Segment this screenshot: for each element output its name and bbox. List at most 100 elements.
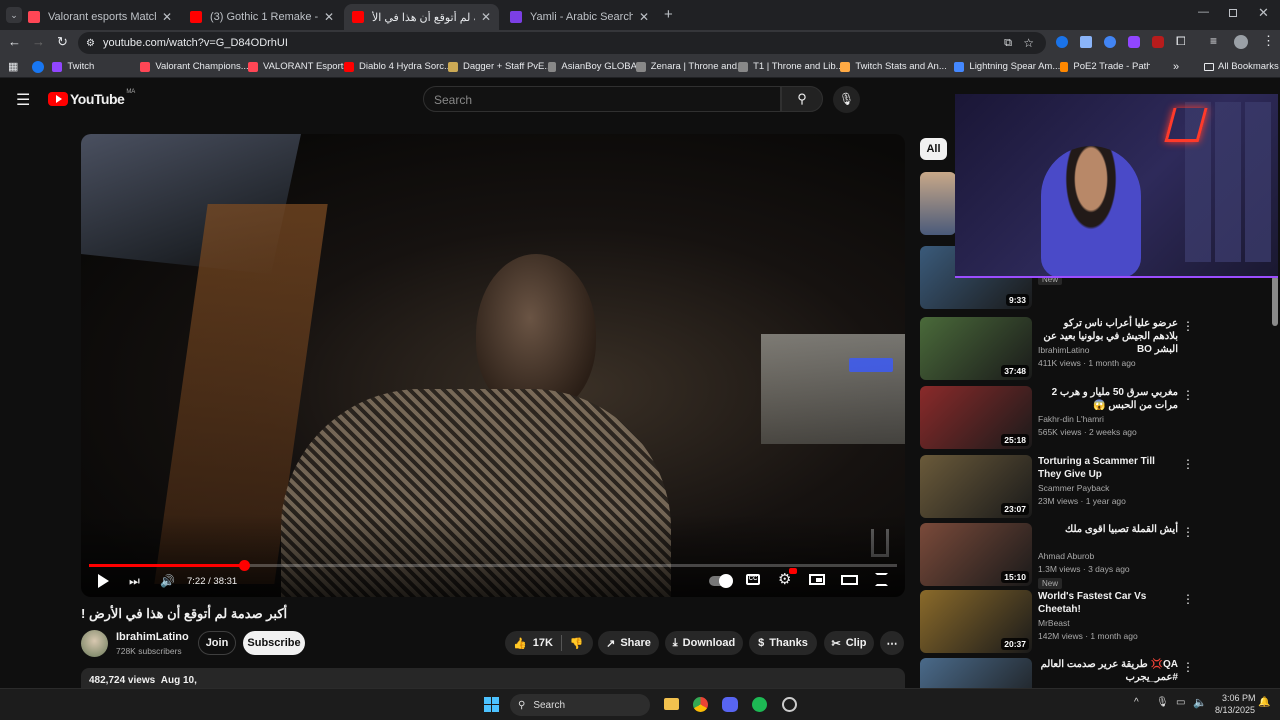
new-tab-button[interactable]: + [664,6,673,23]
video-player[interactable]: ⏭ 🔊 7:22 / 38:31 CC ⚙ [81,134,905,597]
fullscreen-icon[interactable] [875,573,888,586]
file-explorer-icon[interactable] [664,698,679,710]
microphone-tray-icon[interactable]: 🎙 [1156,697,1169,708]
extensions-puzzle-icon[interactable]: ⧠ [1176,34,1186,49]
miniplayer-icon[interactable] [809,574,825,585]
recommended-video[interactable]: QA💢 طريقة عرير صدمت العالم #عمر_يجرب ⋮ [920,658,1270,688]
search-button[interactable]: ⚲ [781,86,823,112]
spotify-icon[interactable] [752,697,767,712]
bookmark-item[interactable]: Zenara | Throne and... [636,61,738,72]
theater-mode-icon[interactable] [841,575,858,585]
description-box[interactable]: 482,724 views Aug 10, [81,668,905,688]
channel-name[interactable]: Ahmad Aburob [1038,551,1094,561]
profile-avatar[interactable] [1234,35,1248,49]
bookmark-item[interactable]: T1 | Throne and Lib... [738,61,840,72]
browser-tab[interactable]: Yamli - Arabic Search Engine an ✕ [502,4,657,30]
all-bookmarks-link[interactable]: All Bookmarks [1218,61,1279,72]
filter-chip-all[interactable]: All [920,138,947,160]
voice-search-button[interactable]: 🎙 [833,86,860,113]
progress-track[interactable] [89,560,897,571]
bookmark-item[interactable]: PoE2 Trade - Path of... [1060,61,1150,72]
channel-avatar[interactable] [81,630,108,657]
speaker-icon[interactable]: 🔈 [1193,696,1207,709]
more-actions-button[interactable]: ⋯ [880,631,904,655]
close-window-icon[interactable]: ✕ [1258,5,1269,21]
thanks-button[interactable]: $ Thanks [749,631,817,655]
taskbar-search[interactable]: ⚲ Search [510,694,650,716]
more-vertical-icon[interactable]: ⋮ [1182,388,1194,402]
subscribe-button[interactable]: Subscribe [243,631,305,655]
extension-icon-2[interactable] [1080,36,1092,48]
video-title[interactable]: Torturing a Scammer Till They Give Up [1038,455,1178,481]
video-thumbnail[interactable]: 20:37 [920,590,1032,653]
recommended-video[interactable]: 20:37 World's Fastest Car Vs Cheetah! MrBe… [920,590,1270,654]
browser-tab[interactable]: Valorant esports Match Schedu ✕ [20,4,180,30]
autoplay-toggle[interactable] [709,574,733,588]
tab-close-icon[interactable]: ✕ [162,10,172,24]
reading-list-icon[interactable]: ≡ [1210,34,1217,48]
app-icon[interactable] [782,697,797,712]
video-title[interactable]: World's Fastest Car Vs Cheetah! [1038,590,1178,616]
video-thumbnail[interactable]: 37:48 [920,317,1032,380]
join-button[interactable]: Join [198,631,236,655]
dislike-button[interactable]: 👎 [570,637,584,650]
more-vertical-icon[interactable]: ⋮ [1182,319,1194,333]
recommendation-thumbnail-top[interactable] [920,172,956,235]
discord-icon[interactable] [722,697,738,712]
windows-start-icon[interactable] [484,697,499,712]
bookmark-star-icon[interactable]: ☆ [1023,36,1034,50]
more-vertical-icon[interactable]: ⋮ [1182,660,1194,674]
channel-name[interactable]: IbrahimLatino [116,631,189,643]
extension-icon-1[interactable] [1056,36,1068,48]
tab-close-icon[interactable]: ✕ [324,10,334,24]
play-button[interactable] [98,574,109,588]
reload-icon[interactable]: ↻ [57,34,68,50]
like-button[interactable]: 👍 17K [505,637,553,650]
chrome-menu-icon[interactable]: ⋮ [1262,33,1275,49]
channel-name[interactable]: IbrahimLatino [1038,345,1090,355]
facebook-bookmark-icon[interactable] [32,60,45,73]
video-thumbnail[interactable]: 25:18 [920,386,1032,449]
recommended-video[interactable]: 25:18 مغربي سرق 50 مليار و هرب 2 مرات من … [920,386,1270,450]
bookmark-item[interactable]: Dagger + Staff PvE... [448,61,548,72]
recommended-video[interactable]: 37:48 عرضو عليا أعراب ناس تركو بلادهم الج… [920,317,1270,381]
clip-button[interactable]: ✂ Clip [824,631,874,655]
restore-icon[interactable] [1229,9,1237,17]
network-icon[interactable]: ▭ [1176,697,1185,708]
forward-icon[interactable]: → [32,34,45,49]
site-info-icon[interactable]: ⚙ [86,38,95,49]
next-video-button[interactable]: ⏭ [129,574,140,589]
bookmark-item[interactable]: Valorant Champions... [140,61,248,72]
share-button[interactable]: ↗ Share [598,631,659,655]
back-icon[interactable]: ← [8,34,21,49]
video-thumbnail[interactable] [920,658,1032,688]
more-vertical-icon[interactable]: ⋮ [1182,457,1194,471]
channel-name[interactable]: MrBeast [1038,618,1070,628]
channel-name[interactable]: Scammer Payback [1038,483,1109,493]
install-icon[interactable]: ⧉ [1004,37,1012,50]
apps-grid-icon[interactable]: ▦ [8,60,18,73]
youtube-logo[interactable]: YouTube MA [48,89,135,107]
more-vertical-icon[interactable]: ⋮ [1182,592,1194,606]
browser-tab[interactable]: (3) Gothic 1 Remake - Official G ✕ [182,4,342,30]
more-bookmarks-icon[interactable]: » [1173,61,1179,73]
bookmark-item[interactable]: Twitch [52,61,140,72]
address-bar[interactable]: ⚙ youtube.com/watch?v=G_D84ODrhUI ⧉ ☆ [78,32,1046,54]
bookmark-item[interactable]: Twitch Stats and An... [840,61,954,72]
bookmark-item[interactable]: Diablo 4 Hydra Sorc... [344,61,448,72]
bookmark-item[interactable]: AsianBoy GLOBAL |... [548,61,636,72]
video-thumbnail[interactable]: 15:10 [920,523,1032,586]
more-vertical-icon[interactable]: ⋮ [1182,525,1194,539]
bookmark-item[interactable]: Lightning Spear Am... [954,61,1060,72]
minimize-icon[interactable]: — [1198,6,1209,18]
channel-name[interactable]: Fakhr-din L'hamri [1038,414,1104,424]
video-title[interactable]: أيش القملة تصبيا اقوى ملك [1038,523,1178,536]
download-button[interactable]: ⤓ Download [665,631,743,655]
captions-icon[interactable]: CC [746,574,760,585]
taskbar-date[interactable]: 8/13/2025 [1215,705,1255,715]
extension-icon-3[interactable] [1104,36,1116,48]
extension-icon-4[interactable] [1128,36,1140,48]
scrollbar-thumb[interactable] [1272,276,1278,326]
tab-close-icon[interactable]: ✕ [481,10,491,24]
menu-hamburger-icon[interactable]: ☰ [16,90,30,110]
